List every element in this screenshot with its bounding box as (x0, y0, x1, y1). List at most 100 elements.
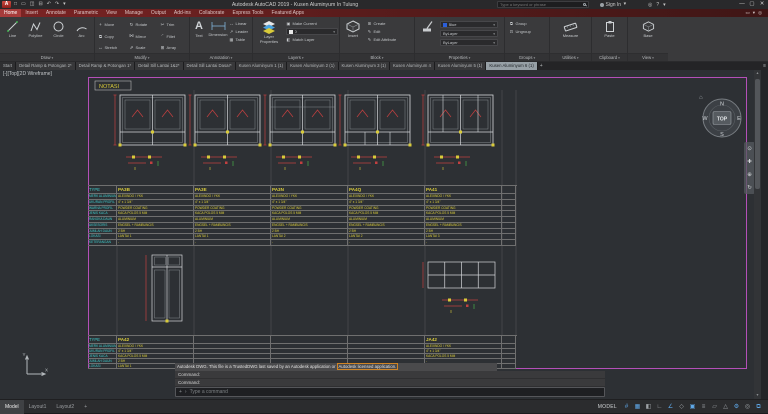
status-toggle[interactable]: ⧉ (753, 400, 764, 414)
new-drawing-tab-button[interactable]: + (538, 62, 545, 70)
status-toggle[interactable]: ∠ (665, 400, 676, 414)
file-tab[interactable]: Detail Ramp & Potongan 2* (16, 62, 76, 70)
viewcube-home-icon[interactable]: ⌂ (699, 95, 703, 101)
ribbon-tab[interactable]: Manage (121, 9, 147, 17)
scroll-down-icon[interactable]: ▼ (754, 392, 761, 399)
infocenter-search[interactable] (497, 1, 589, 8)
linear-dimension-button[interactable]: ↔Linear (229, 21, 248, 26)
dimension-tool-button[interactable]: Dimension (208, 18, 228, 52)
base-view-button[interactable]: Base (642, 18, 655, 52)
object-color-dropdown[interactable]: Blue ▾ (440, 21, 498, 28)
maximize-button[interactable]: ▢ (747, 0, 757, 9)
file-tab[interactable]: Kusen Aluminyum 6 (1) (486, 62, 537, 70)
lineweight-dropdown[interactable]: ByLayer ▾ (440, 39, 498, 46)
sign-in-button[interactable]: Sign In ▾ (600, 0, 627, 9)
plot-icon[interactable]: ⊟ (38, 0, 44, 9)
undo-icon[interactable]: ↶ (46, 0, 52, 9)
command-input[interactable]: + › Type a command (175, 387, 605, 397)
edit-block-button[interactable]: ✎Edit (367, 29, 396, 34)
move-tool-button[interactable]: +Move (96, 19, 127, 31)
fillet-tool-button[interactable]: ◜Fillet (158, 31, 189, 43)
panel-label-draw[interactable]: Draw▾ (0, 53, 94, 61)
panel-label-properties[interactable]: Properties▾ (415, 53, 504, 61)
trim-tool-button[interactable]: ✂Trim (158, 19, 189, 31)
circle-tool-button[interactable]: Circle (47, 18, 70, 52)
tab-overflow-menu-icon[interactable]: ≡ (761, 62, 768, 70)
panel-label-clipboard[interactable]: Clipboard▾ (592, 53, 627, 61)
panel-label-view[interactable]: View▾ (628, 53, 668, 61)
panel-label-layers[interactable]: Layers▾ (253, 53, 339, 61)
scrollbar-thumb[interactable] (755, 79, 760, 189)
layer-properties-button[interactable]: Layer Properties (254, 18, 284, 52)
layer-dropdown[interactable]: 0 ▾ (286, 28, 338, 35)
quick-access-dropdown-icon[interactable]: ▾ (62, 0, 67, 9)
new-icon[interactable]: □ (13, 0, 18, 9)
autodesk-app-store-icon[interactable]: ◎ (648, 2, 652, 8)
viewcube-west[interactable]: W (702, 116, 708, 122)
ribbon-display-icon[interactable]: ▭ (746, 10, 750, 16)
panel-label-modify[interactable]: Modify▾ (95, 53, 189, 61)
status-toggle[interactable]: ◎ (742, 400, 753, 414)
search-icon[interactable] (583, 3, 587, 7)
minimize-button[interactable]: — (737, 0, 747, 9)
layout-tab[interactable]: Layout1 (24, 400, 52, 414)
status-toggle[interactable]: ⚙ (731, 400, 742, 414)
ungroup-button[interactable]: ⊡Ungroup (509, 29, 546, 34)
ribbon-tab[interactable]: Collaborate (195, 9, 229, 17)
copy-tool-button[interactable]: ⧉Copy (96, 31, 127, 43)
file-tab[interactable]: Kusen Aluminyum 5 (1) (435, 62, 486, 70)
viewcube-south[interactable]: S (720, 132, 724, 138)
panel-label-utilities[interactable]: Utilities▾ (550, 53, 591, 61)
ribbon-options-icon[interactable]: ◎ (758, 10, 762, 16)
text-tool-button[interactable]: A Text (191, 18, 207, 52)
viewcube[interactable]: ⌂ N E S W TOP (698, 90, 746, 142)
group-button[interactable]: ⧉Group (509, 21, 546, 26)
line-tool-button[interactable]: Line (1, 18, 24, 52)
status-toggle[interactable]: ∟ (654, 400, 665, 414)
file-tab[interactable]: Kusen Aluminyum 3 (1) (339, 62, 390, 70)
panel-label-block[interactable]: Block▾ (340, 53, 414, 61)
linetype-dropdown[interactable]: ByLayer ▾ (440, 30, 498, 37)
table-button[interactable]: ▦Table (229, 37, 248, 42)
steering-wheel-icon[interactable]: ⊙ (747, 146, 752, 152)
ribbon-tab[interactable]: Insert (21, 9, 42, 17)
status-toggle[interactable]: △ (720, 400, 731, 414)
drawing-canvas[interactable]: [-][Top][2D Wireframe] (0, 70, 768, 399)
ribbon-tab[interactable]: Output (147, 9, 170, 17)
status-toggle[interactable]: ▦ (632, 400, 643, 414)
viewport-controls[interactable]: [-][Top][2D Wireframe] (3, 71, 52, 77)
panel-label-groups[interactable]: Groups▾ (505, 53, 549, 61)
ribbon-tab[interactable]: Express Tools (228, 9, 267, 17)
search-input[interactable] (500, 2, 582, 7)
create-block-button[interactable]: ⊞Create (367, 21, 396, 26)
model-space-label[interactable]: MODEL (598, 404, 617, 410)
insert-block-button[interactable]: Insert (341, 18, 365, 52)
stretch-tool-button[interactable]: ↔Stretch (96, 42, 127, 54)
arc-tool-button[interactable]: Arc (70, 18, 93, 52)
scale-tool-button[interactable]: ⇗Scale (127, 42, 158, 54)
match-layer-button[interactable]: ◧Match Layer (286, 37, 338, 42)
status-toggle[interactable]: ≡ (698, 400, 709, 414)
open-icon[interactable]: ▭ (20, 0, 27, 9)
array-t ool-button[interactable]: ⊞Array (158, 42, 189, 54)
orbit-icon[interactable]: ↻ (747, 185, 752, 191)
help-dropdown-icon[interactable]: ▾ (663, 2, 666, 8)
ribbon-tab[interactable]: Home (0, 9, 21, 17)
layout-tab[interactable]: + (79, 400, 92, 414)
file-tab[interactable]: Start (0, 62, 16, 70)
status-toggle[interactable]: ◇ (676, 400, 687, 414)
leader-button[interactable]: ↗Leader (229, 29, 248, 34)
file-tab[interactable]: Kusen Aluminyum 1 (1) (236, 62, 287, 70)
redo-icon[interactable]: ↷ (54, 0, 60, 9)
measure-button[interactable]: Measure (563, 18, 579, 52)
vertical-scrollbar[interactable]: ▲ ▼ (754, 70, 761, 399)
viewcube-top-face[interactable]: TOP (717, 117, 728, 123)
mirror-tool-button[interactable]: ⋈Mirror (127, 31, 158, 43)
command-customize-icon[interactable]: + (179, 389, 182, 395)
paste-button[interactable]: Paste (604, 18, 616, 52)
ribbon-tab[interactable]: Parametric (70, 9, 102, 17)
ribbon-tab[interactable]: Annotate (42, 9, 70, 17)
status-toggle[interactable]: # (621, 400, 632, 414)
scroll-up-icon[interactable]: ▲ (754, 70, 761, 77)
viewcube-east[interactable]: E (737, 116, 741, 122)
